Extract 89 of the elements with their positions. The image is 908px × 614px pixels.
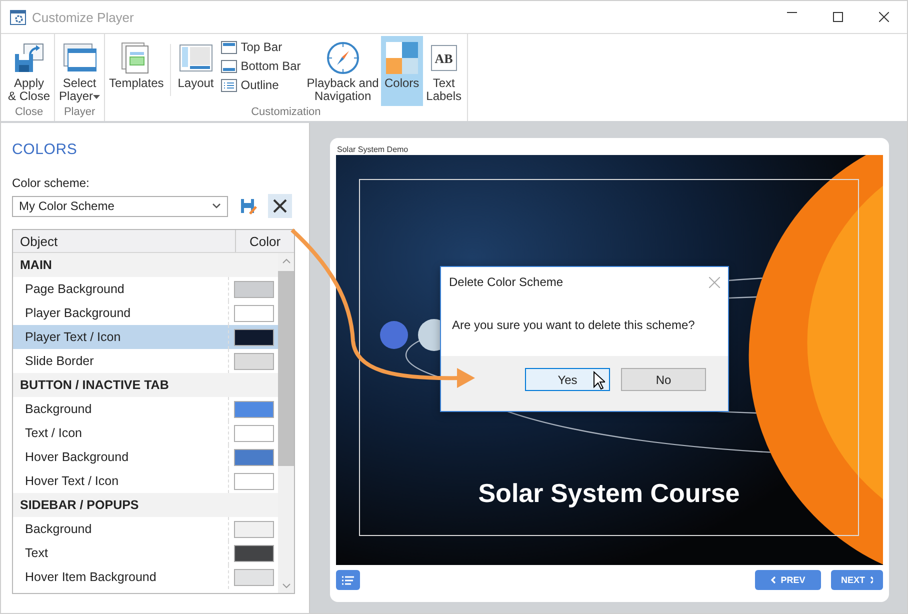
document-template-icon (121, 42, 152, 74)
color-grid-icon (384, 41, 419, 75)
bottom-bar-icon (220, 60, 237, 72)
table-cell-text: Background (24, 522, 93, 536)
table-cell-text: Hover Item Background (24, 570, 158, 584)
delete-button[interactable] (268, 194, 292, 218)
ribbon-button[interactable]: Bottom Bar (218, 59, 303, 73)
menu-button[interactable] (336, 570, 360, 590)
ribbon-button[interactable]: Colors (380, 36, 423, 106)
table-cell-text: Player Text / Icon (24, 330, 122, 344)
dialog-button[interactable]: No (621, 368, 706, 391)
table-row[interactable]: Background (13, 397, 278, 421)
layout-icon (178, 44, 213, 72)
floppy-disk-icon (13, 42, 46, 74)
panel-heading: COLORS (12, 141, 78, 158)
text-labels-icon: AB (430, 45, 457, 71)
color-swatch[interactable] (234, 544, 274, 562)
table-row[interactable]: Hover Text / Icon (13, 469, 278, 493)
column-header: Object (13, 230, 236, 252)
ribbon-group-label: Customization (250, 106, 322, 120)
ribbon-button[interactable]: Playback and Navigation (304, 36, 381, 106)
list-icon (220, 78, 237, 92)
table-cell-text: Hover Background (24, 450, 130, 464)
table-row[interactable]: Player Background (13, 301, 278, 325)
table-row[interactable]: Hover Background (13, 445, 278, 469)
planet (380, 321, 408, 349)
table-row[interactable]: Hover Item Background (13, 565, 278, 589)
table-row[interactable]: Text / Icon (13, 421, 278, 445)
color-scheme-dropdown[interactable]: My Color Scheme (12, 196, 228, 216)
ribbon-button[interactable]: Top Bar (218, 40, 303, 54)
close-icon[interactable] (879, 12, 889, 22)
mouse-pointer-icon (593, 371, 605, 390)
save-icon[interactable] (240, 198, 256, 214)
ribbon-button[interactable]: Apply & Close (6, 36, 52, 106)
ribbon-group-label: Close (14, 106, 44, 120)
section-header: SIDEBAR / POPUPS (13, 493, 278, 517)
window-icon (62, 43, 97, 73)
ribbon-button[interactable]: AB Text Labels (422, 36, 465, 106)
maximize-icon[interactable] (833, 12, 843, 22)
ribbon-button[interactable]: Select Player (57, 36, 102, 106)
top-bar-icon (220, 40, 237, 54)
scroll-down-icon[interactable] (282, 583, 290, 589)
table-cell-text: Hover Text / Icon (24, 474, 120, 488)
ribbon-button[interactable]: Templates (107, 36, 166, 106)
menu-icon (342, 576, 354, 584)
ribbon-group-label: Player (62, 106, 96, 120)
close-icon (273, 199, 287, 213)
table-row[interactable]: Player Text / Icon (13, 325, 278, 349)
color-swatch[interactable] (234, 568, 274, 586)
slide-title: Solar System Course (478, 478, 740, 509)
color-swatch[interactable] (234, 520, 274, 538)
table-cell-text: Text / Icon (24, 426, 83, 440)
chevron-right-icon (870, 576, 873, 584)
color-swatch[interactable] (234, 352, 274, 370)
table-cell-text: Slide Border (24, 354, 95, 368)
table-row[interactable]: Background (13, 517, 278, 541)
table-cell-text: Background (24, 402, 93, 416)
table-cell-text: Page Background (24, 282, 126, 296)
dialog-button[interactable]: Yes (525, 368, 610, 391)
player-title: Solar System Demo (336, 144, 410, 155)
color-swatch[interactable] (234, 328, 274, 346)
scroll-up-icon[interactable] (282, 258, 290, 264)
color-swatch[interactable] (234, 424, 274, 442)
column-header: Color (248, 232, 282, 250)
color-swatch[interactable] (234, 400, 274, 418)
section-header: MAIN (13, 253, 278, 277)
chevron-left-icon (770, 576, 776, 584)
table-row[interactable]: Page Background (13, 277, 278, 301)
table-cell-text: Text (24, 546, 49, 560)
ribbon-button[interactable]: Outline (218, 78, 303, 92)
next-button[interactable]: NEXT (831, 570, 883, 590)
ribbon-button[interactable]: Layout (174, 36, 217, 106)
color-swatch[interactable] (234, 448, 274, 466)
app-settings-icon (10, 10, 26, 24)
table-cell-text: Player Background (24, 306, 132, 320)
color-swatch[interactable] (234, 304, 274, 322)
prev-button[interactable]: PREV (755, 570, 821, 590)
chevron-down-icon (212, 203, 221, 209)
scrollbar[interactable] (278, 253, 294, 593)
compass-icon (326, 41, 360, 75)
field-label: Color scheme: (12, 176, 90, 190)
color-swatch[interactable] (234, 472, 274, 490)
section-header: BUTTON / INACTIVE TAB (13, 373, 278, 397)
dialog-message: Are you sure you want to delete this scheme? (451, 317, 696, 334)
dialog-title: Delete Color Scheme (449, 275, 564, 289)
table-row[interactable]: Slide Border (13, 349, 278, 373)
window-title: Customize Player (32, 10, 134, 24)
table-row[interactable]: Text (13, 541, 278, 565)
color-swatch[interactable] (234, 280, 274, 298)
